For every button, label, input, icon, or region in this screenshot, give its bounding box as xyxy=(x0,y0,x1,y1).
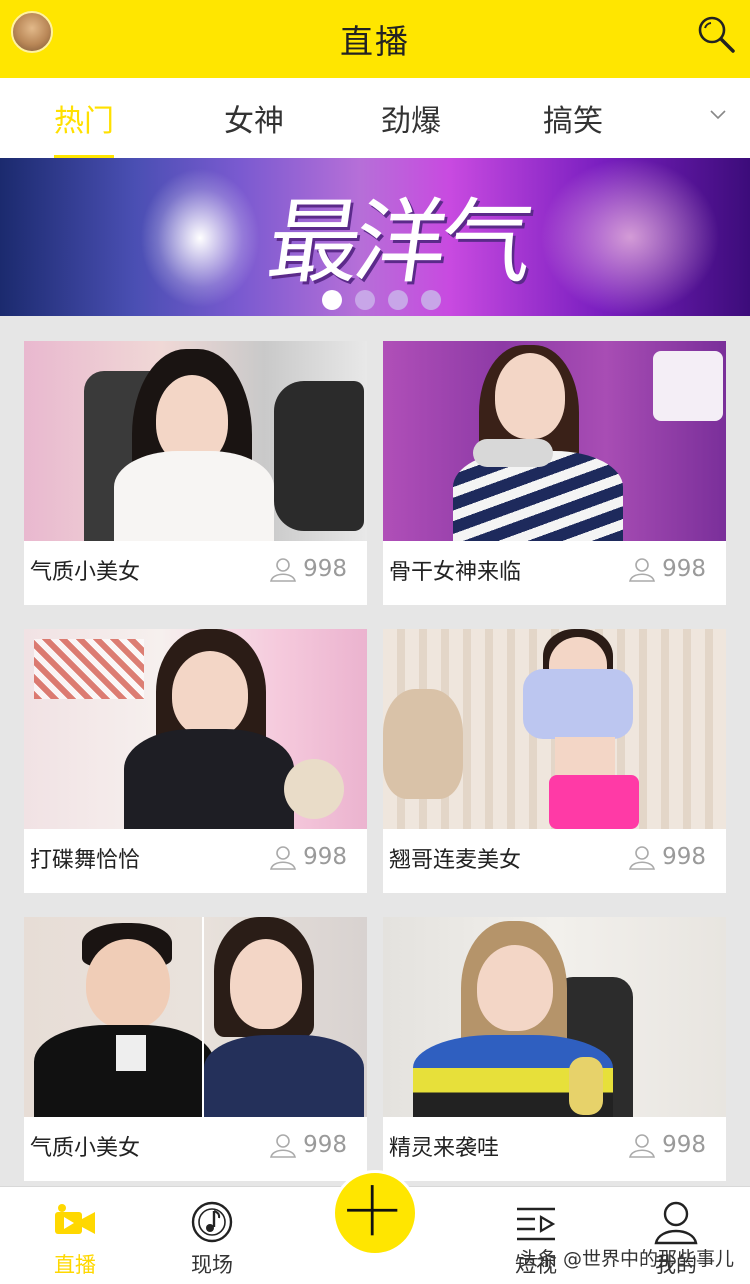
pagination-dot[interactable] xyxy=(322,290,342,310)
stream-card[interactable]: 气质小美女 998 xyxy=(24,341,367,605)
video-camera-icon xyxy=(55,1204,95,1234)
nav-label: 现场 xyxy=(191,1253,233,1277)
stream-title: 气质小美女 xyxy=(30,560,141,585)
stream-thumbnail xyxy=(383,629,726,829)
page-title: 直播 xyxy=(340,22,410,61)
pagination-dot[interactable] xyxy=(421,290,441,310)
tab-hot[interactable]: 热门 xyxy=(54,78,114,158)
viewers-icon xyxy=(270,1134,297,1158)
stream-card[interactable]: 打碟舞恰恰 998 xyxy=(24,629,367,893)
viewer-count: 998 xyxy=(628,556,706,582)
music-disc-icon xyxy=(191,1201,233,1243)
pagination-dot[interactable] xyxy=(388,290,408,310)
stream-card[interactable]: 气质小美女 998 xyxy=(24,917,367,1181)
stream-card[interactable]: 骨干女神来临 998 xyxy=(383,341,726,605)
stream-thumbnail xyxy=(24,629,367,829)
viewer-count-value: 998 xyxy=(662,844,706,870)
viewers-icon xyxy=(629,558,656,582)
viewer-count: 998 xyxy=(269,1132,347,1158)
nav-scene[interactable]: 现场 xyxy=(162,1187,262,1284)
search-icon[interactable] xyxy=(696,14,736,54)
viewers-icon xyxy=(270,558,297,582)
viewer-count-value: 998 xyxy=(662,556,706,582)
live-streaming-app: 直播 热门 女神 劲爆 搞笑 最洋气 气质小美女 998 骨干女神来临 998 … xyxy=(0,0,750,1284)
tab-goddess[interactable]: 女神 xyxy=(224,78,284,158)
viewer-count: 998 xyxy=(628,844,706,870)
viewer-count-value: 998 xyxy=(303,556,347,582)
stream-title: 气质小美女 xyxy=(30,1136,141,1161)
stream-thumbnail xyxy=(24,341,367,541)
viewer-count-value: 998 xyxy=(303,844,347,870)
category-tabs: 热门 女神 劲爆 搞笑 xyxy=(0,78,750,158)
stream-title: 打碟舞恰恰 xyxy=(30,848,141,873)
viewer-count: 998 xyxy=(269,556,347,582)
banner-performer-right xyxy=(540,158,720,316)
plus-icon xyxy=(347,1185,398,1236)
stream-thumbnail xyxy=(24,917,367,1117)
stream-title: 翘哥连麦美女 xyxy=(389,848,522,873)
viewers-icon xyxy=(270,846,297,870)
add-stream-button[interactable] xyxy=(332,1170,418,1256)
viewers-icon xyxy=(629,1134,656,1158)
stream-title: 骨干女神来临 xyxy=(389,560,522,585)
banner-performer-left xyxy=(140,168,260,308)
watermark-text: 头条 @世界中的那些事儿 xyxy=(518,1248,734,1270)
tab-explosive[interactable]: 劲爆 xyxy=(381,78,441,158)
nav-live[interactable]: 直播 xyxy=(25,1187,125,1284)
viewers-icon xyxy=(629,846,656,870)
nav-label: 直播 xyxy=(54,1253,96,1277)
viewer-count-value: 998 xyxy=(303,1132,347,1158)
user-icon xyxy=(654,1201,698,1245)
pagination-dot[interactable] xyxy=(355,290,375,310)
stream-title: 精灵来袭哇 xyxy=(389,1136,500,1161)
banner-pagination xyxy=(322,290,441,310)
profile-avatar[interactable] xyxy=(11,11,53,53)
stream-card[interactable]: 翘哥连麦美女 998 xyxy=(383,629,726,893)
chevron-down-icon[interactable] xyxy=(708,104,728,124)
viewer-count: 998 xyxy=(269,844,347,870)
stream-card[interactable]: 精灵来袭哇 998 xyxy=(383,917,726,1181)
viewer-count: 998 xyxy=(628,1132,706,1158)
top-bar: 直播 xyxy=(0,0,750,78)
stream-thumbnail xyxy=(383,917,726,1117)
stream-thumbnail xyxy=(383,341,726,541)
playlist-icon xyxy=(517,1207,556,1241)
tab-funny[interactable]: 搞笑 xyxy=(543,78,603,158)
viewer-count-value: 998 xyxy=(662,1132,706,1158)
banner-title: 最洋气 xyxy=(261,189,535,296)
